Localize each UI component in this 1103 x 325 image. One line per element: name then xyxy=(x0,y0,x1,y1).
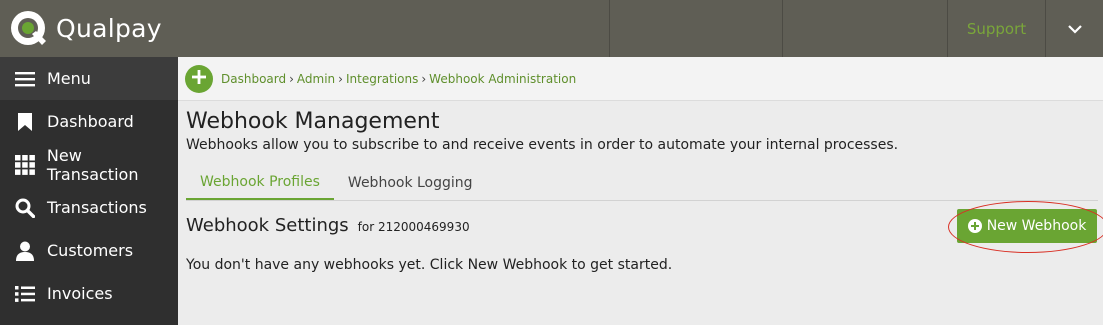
new-webhook-label: New Webhook xyxy=(986,218,1087,234)
qualpay-logo-icon xyxy=(8,8,50,50)
quick-add-button[interactable] xyxy=(185,64,213,93)
breadcrumb-bar: Dashboard › Admin › Integrations › Webho… xyxy=(178,57,1103,101)
sidebar-item-new-transaction[interactable]: New Transaction xyxy=(0,143,178,186)
sidebar-item-label: Transactions xyxy=(47,198,147,217)
menu-label: Menu xyxy=(47,69,91,88)
menu-toggle[interactable]: Menu xyxy=(0,57,178,100)
hamburger-icon xyxy=(14,68,36,90)
page-description: Webhooks allow you to subscribe to and r… xyxy=(186,137,899,153)
support-link[interactable]: Support xyxy=(947,0,1045,57)
top-bar: Qualpay Support xyxy=(0,0,1103,57)
brand[interactable]: Qualpay xyxy=(0,0,178,57)
tab-webhook-profiles[interactable]: Webhook Profiles xyxy=(186,165,334,200)
sidebar-item-label: Invoices xyxy=(47,284,113,303)
chevron-right-icon: › xyxy=(289,71,294,86)
sidebar-item-label: Dashboard xyxy=(47,112,134,131)
chevron-right-icon: › xyxy=(421,71,427,86)
page-title: Webhook Management xyxy=(186,109,440,134)
list-icon xyxy=(14,283,36,305)
sidebar: Menu Dashboard New Transaction Transacti… xyxy=(0,57,178,325)
top-segment xyxy=(782,0,947,57)
sidebar-item-invoices[interactable]: Invoices xyxy=(0,272,178,315)
breadcrumb-dashboard[interactable]: Dashboard xyxy=(221,72,286,86)
top-segment xyxy=(609,0,782,57)
empty-state-message: You don't have any webhooks yet. Click N… xyxy=(186,257,673,273)
tab-webhook-logging[interactable]: Webhook Logging xyxy=(334,165,487,200)
settings-title: Webhook Settings xyxy=(186,214,349,236)
top-spacer xyxy=(178,0,609,57)
sidebar-item-dashboard[interactable]: Dashboard xyxy=(0,100,178,143)
breadcrumb-integrations[interactable]: Integrations xyxy=(346,72,418,86)
new-webhook-button[interactable]: New Webhook xyxy=(957,209,1097,243)
chevron-down-icon xyxy=(1067,19,1082,38)
sidebar-item-label: New Transaction xyxy=(46,145,139,184)
merchant-id-label: for 212000469930 xyxy=(357,219,470,234)
person-icon xyxy=(14,240,36,262)
sidebar-item-customers[interactable]: Customers xyxy=(0,229,178,272)
main-content: Dashboard › Admin › Integrations › Webho… xyxy=(178,57,1103,325)
search-icon xyxy=(14,197,36,219)
tab-bar: Webhook Profiles Webhook Logging xyxy=(186,165,1098,201)
sidebar-item-label: Customers xyxy=(47,241,134,260)
page-body: Webhook Management Webhooks allow you to… xyxy=(178,101,1103,273)
breadcrumb-webhook-administration[interactable]: Webhook Administration xyxy=(429,72,576,86)
bookmark-icon xyxy=(14,111,36,133)
breadcrumb-admin[interactable]: Admin xyxy=(297,72,335,86)
grid-icon xyxy=(14,154,36,176)
plus-icon xyxy=(192,69,206,88)
sidebar-item-transactions[interactable]: Transactions xyxy=(0,186,178,229)
breadcrumb: Dashboard › Admin › Integrations › Webho… xyxy=(221,72,576,86)
chevron-right-icon: › xyxy=(338,71,343,86)
account-dropdown[interactable] xyxy=(1045,0,1103,57)
brand-name: Qualpay xyxy=(56,14,162,43)
plus-circle-icon xyxy=(967,219,982,233)
webhook-settings-header: Webhook Settings for 212000469930 New We… xyxy=(186,201,1103,253)
